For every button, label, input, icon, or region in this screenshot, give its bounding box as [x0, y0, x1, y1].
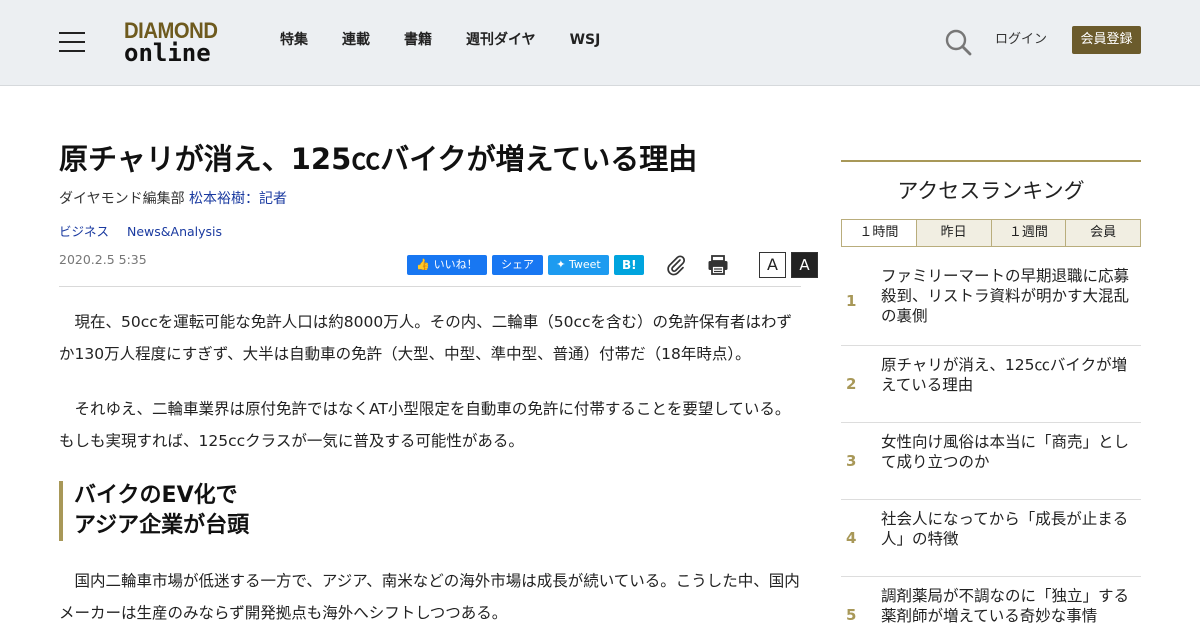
section-heading-line-2: アジア企業が台頭 [74, 513, 250, 538]
header-divider [59, 286, 801, 287]
font-size-normal-button[interactable]: A [759, 252, 786, 278]
search-icon[interactable] [944, 28, 972, 56]
print-icon[interactable] [707, 254, 729, 276]
article-tags: ビジネス News&Analysis [59, 223, 236, 241]
register-button[interactable]: 会員登録 [1072, 26, 1141, 54]
facebook-share-button[interactable]: シェア [492, 255, 543, 275]
publish-date: 2020.2.5 5:35 [59, 252, 147, 267]
facebook-like-button[interactable]: 👍 いいね！ [407, 255, 487, 275]
rank-number: 1 [846, 292, 857, 310]
rank-headline[interactable]: 原チャリが消え、125㏄バイクが増えている理由 [881, 355, 1141, 395]
tag-news-analysis[interactable]: News&Analysis [127, 224, 222, 239]
share-toolbar: 👍 いいね！ シェア ✦ Tweet B! A A [407, 250, 818, 280]
rank-number: 5 [846, 606, 857, 624]
nav-item-series[interactable]: 連載 [342, 30, 370, 50]
main-nav: 特集 連載 書籍 週刊ダイヤ WSJ [280, 30, 634, 50]
ranking-tabs: １時間 昨日 １週間 会員 [841, 219, 1141, 247]
section-heading-line-1: バイクのEV化で [74, 483, 238, 508]
paragraph-1: 現在、50ccを運転可能な免許人口は約8000万人。その内、二輪車（50ccを含… [59, 313, 792, 363]
logo-bottom-text: online [124, 39, 211, 67]
section-heading: バイクのEV化で アジア企業が台頭 [59, 481, 801, 541]
tab-1-week[interactable]: １週間 [990, 220, 1066, 246]
ranking-item[interactable]: 1 ファミリーマートの早期退職に応募殺到、リストラ資料が明かす大混乱の裏側 [841, 257, 1141, 346]
thumbs-up-icon: 👍 [416, 258, 431, 271]
ranking-list: 1 ファミリーマートの早期退職に応募殺到、リストラ資料が明かす大混乱の裏側 2 … [841, 257, 1141, 630]
nav-item-weekly-diamond[interactable]: 週刊ダイヤ [466, 30, 536, 50]
rank-headline[interactable]: 調剤薬局が不調なのに「独立」する薬剤師が増えている奇妙な事情 [881, 586, 1141, 626]
rank-headline[interactable]: ファミリーマートの早期退職に応募殺到、リストラ資料が明かす大混乱の裏側 [881, 266, 1141, 326]
logo-top-text: DIAMOND [124, 18, 218, 43]
tab-members[interactable]: 会員 [1065, 220, 1140, 246]
tag-business[interactable]: ビジネス [59, 224, 109, 239]
rank-headline[interactable]: 社会人になってから「成長が止まる人」の特徴 [881, 509, 1141, 549]
article-title: 原チャリが消え、125㏄バイクが増えている理由 [59, 142, 698, 176]
hatena-bookmark-button[interactable]: B! [614, 255, 644, 275]
site-header: DIAMOND online 特集 連載 書籍 週刊ダイヤ WSJ ログイン 会… [0, 0, 1200, 86]
tweet-label: Tweet [568, 258, 601, 271]
clip-icon[interactable] [665, 254, 687, 276]
hamburger-menu-icon[interactable] [59, 32, 85, 52]
ranking-item[interactable]: 5 調剤薬局が不調なのに「独立」する薬剤師が増えている奇妙な事情 [841, 577, 1141, 630]
ranking-item[interactable]: 4 社会人になってから「成長が止まる人」の特徴 [841, 500, 1141, 577]
site-logo[interactable]: DIAMOND online [124, 20, 228, 66]
tab-yesterday[interactable]: 昨日 [915, 220, 991, 246]
facebook-like-label: いいね！ [433, 258, 478, 271]
nav-item-wsj[interactable]: WSJ [570, 30, 601, 50]
rank-headline[interactable]: 女性向け風俗は本当に「商売」として成り立つのか [881, 432, 1141, 472]
byline-department: ダイヤモンド編集部 [59, 191, 190, 207]
rank-number: 3 [846, 452, 857, 470]
access-ranking: アクセスランキング １時間 昨日 １週間 会員 1 ファミリーマートの早期退職に… [841, 160, 1141, 630]
byline: ダイヤモンド編集部 松本裕樹：記者 [59, 189, 287, 209]
ranking-item[interactable]: 3 女性向け風俗は本当に「商売」として成り立つのか [841, 423, 1141, 500]
nav-item-books[interactable]: 書籍 [404, 30, 432, 50]
tweet-button[interactable]: ✦ Tweet [548, 255, 609, 275]
paragraph-3: 国内二輪車市場が低迷する一方で、アジア、南米などの海外市場は成長が続いている。こ… [59, 572, 800, 622]
tab-1-hour[interactable]: １時間 [842, 220, 916, 246]
login-link[interactable]: ログイン [995, 31, 1047, 49]
paragraph-2: それゆえ、二輪車業界は原付免許ではなくAT小型限定を自動車の免許に付帯することを… [59, 400, 791, 450]
rank-number: 2 [846, 375, 857, 393]
author-link[interactable]: 松本裕樹：記者 [189, 191, 287, 207]
ranking-item[interactable]: 2 原チャリが消え、125㏄バイクが増えている理由 [841, 346, 1141, 423]
ranking-top-rule [841, 160, 1141, 162]
font-size-large-button[interactable]: A [791, 252, 818, 278]
ranking-title: アクセスランキング [897, 179, 1085, 203]
nav-item-features[interactable]: 特集 [280, 30, 308, 50]
rank-number: 4 [846, 529, 857, 547]
twitter-bird-icon: ✦ [556, 258, 566, 271]
